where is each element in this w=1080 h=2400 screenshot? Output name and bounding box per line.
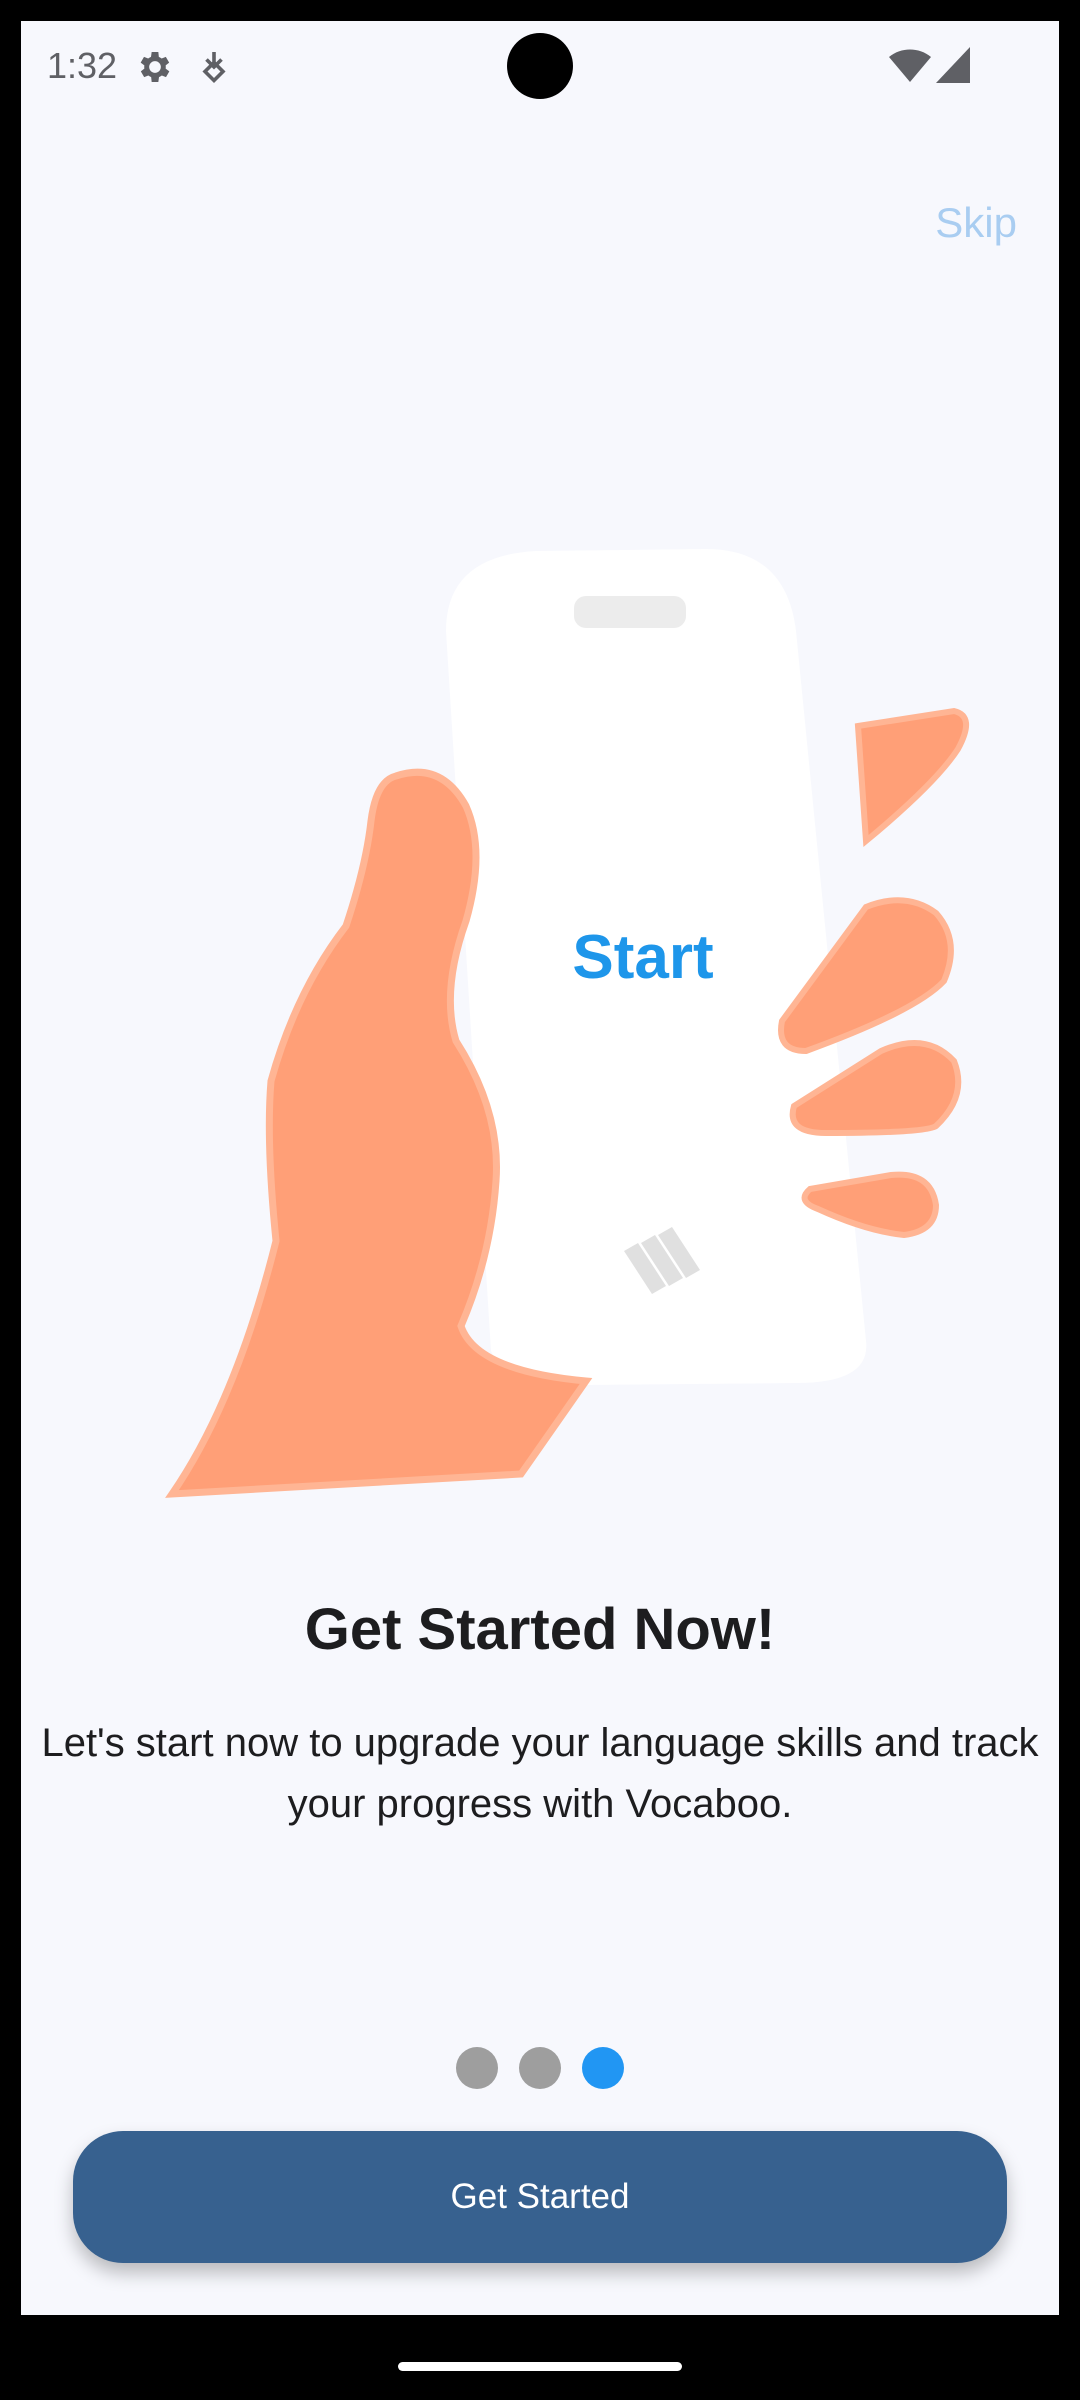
page-dot-3-active[interactable] xyxy=(582,2047,624,2089)
camera-cutout xyxy=(507,33,573,99)
signal-icon xyxy=(936,47,970,83)
wifi-icon xyxy=(889,49,931,82)
page-indicator xyxy=(21,2047,1059,2089)
home-indicator[interactable] xyxy=(398,2362,682,2371)
device-frame: 1:32 Skip Start Get Started Now! Let's s… xyxy=(0,0,1080,2400)
onboarding-description: Let's start now to upgrade your language… xyxy=(41,1721,1039,1826)
hand-fingertip xyxy=(854,707,969,848)
page-dot-2[interactable] xyxy=(519,2047,561,2089)
gear-icon xyxy=(140,52,170,82)
status-time: 1:32 xyxy=(47,45,118,86)
app-screen: 1:32 Skip Start Get Started Now! Let's s… xyxy=(21,21,1059,2315)
skip-button[interactable]: Skip xyxy=(935,199,1017,247)
get-started-button[interactable]: Get Started xyxy=(73,2131,1007,2263)
phone-speaker xyxy=(574,596,686,628)
page-dot-1[interactable] xyxy=(456,2047,498,2089)
hand-holding-phone-illustration: Start xyxy=(165,549,969,1498)
download-icon xyxy=(202,52,226,84)
phone-screen-text: Start xyxy=(572,923,713,992)
onboarding-title: Get Started Now! xyxy=(304,1597,776,1662)
status-bar: 1:32 xyxy=(21,21,1059,111)
